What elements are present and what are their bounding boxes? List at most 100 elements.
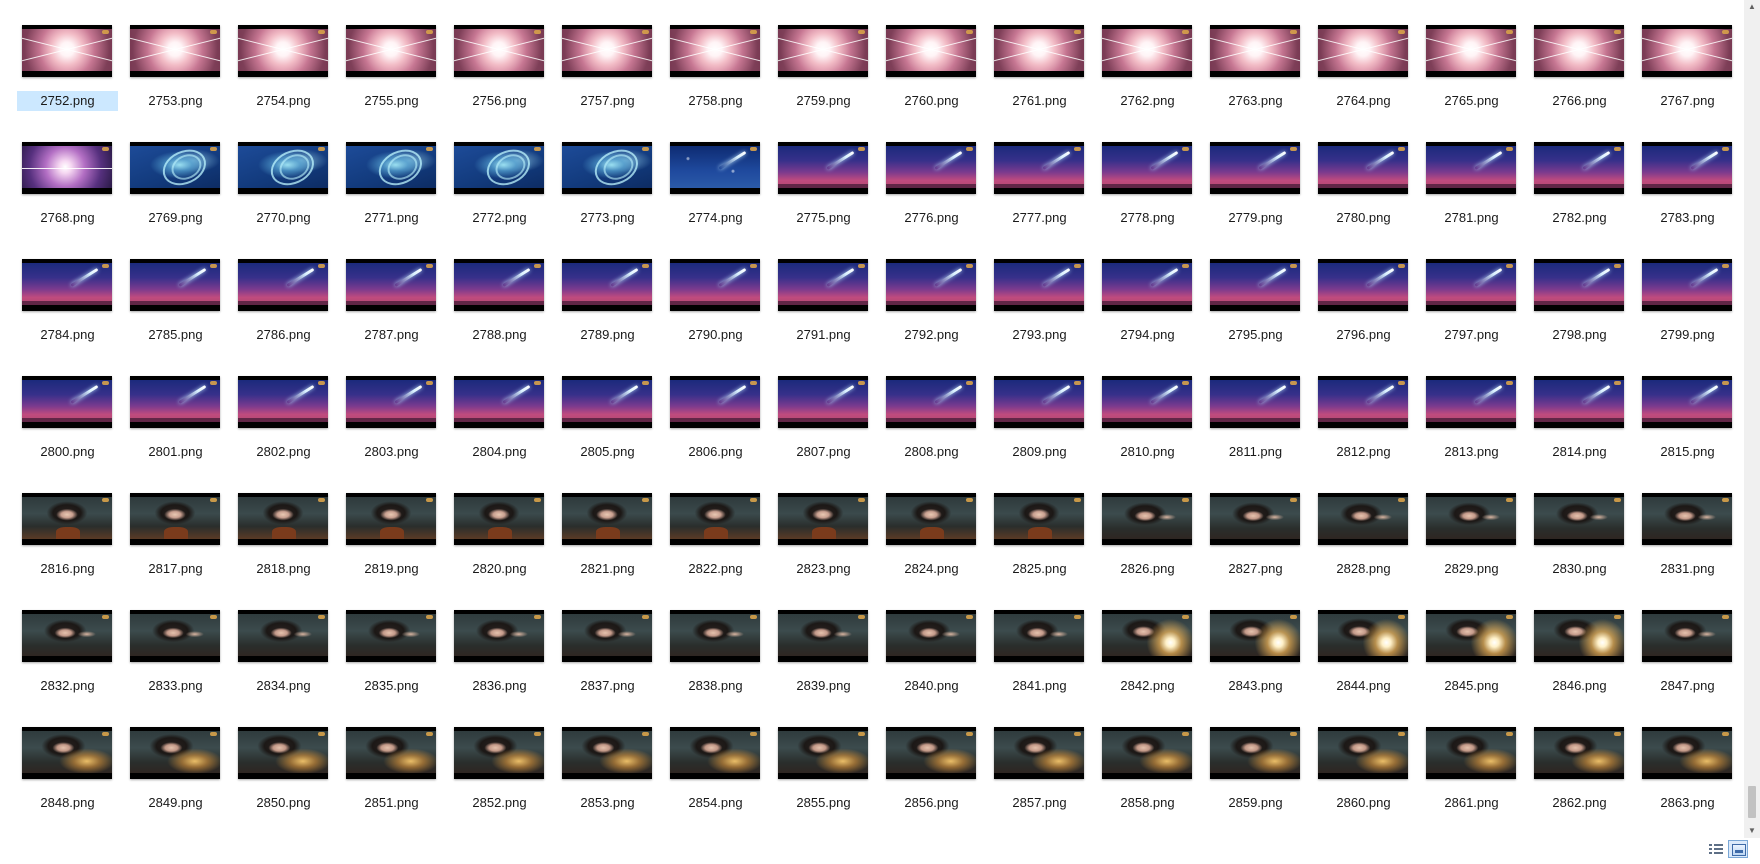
file-name-label[interactable]: 2763.png: [1205, 91, 1306, 111]
file-name-label[interactable]: 2796.png: [1313, 325, 1414, 345]
file-thumbnail[interactable]: [1534, 610, 1624, 662]
file-tile[interactable]: 2758.png: [662, 25, 762, 142]
file-tile[interactable]: 2848.png: [14, 727, 114, 844]
file-tile[interactable]: 2810.png: [1094, 376, 1194, 493]
file-name-label[interactable]: 2802.png: [233, 442, 334, 462]
file-name-label[interactable]: 2846.png: [1529, 676, 1630, 696]
file-name-label[interactable]: 2771.png: [341, 208, 442, 228]
file-name-label[interactable]: 2839.png: [773, 676, 874, 696]
file-thumbnail[interactable]: [994, 376, 1084, 428]
file-thumbnail[interactable]: [346, 259, 436, 311]
file-tile[interactable]: 2813.png: [1418, 376, 1518, 493]
file-tile[interactable]: 2752.png: [14, 25, 118, 142]
file-tile[interactable]: 2805.png: [554, 376, 654, 493]
file-tile[interactable]: 2785.png: [122, 259, 222, 376]
file-tile[interactable]: 2850.png: [230, 727, 330, 844]
file-tile[interactable]: 2821.png: [554, 493, 654, 610]
file-name-label[interactable]: 2764.png: [1313, 91, 1414, 111]
file-tile[interactable]: 2796.png: [1310, 259, 1410, 376]
file-tile[interactable]: 2831.png: [1634, 493, 1734, 610]
file-tile[interactable]: 2759.png: [770, 25, 870, 142]
file-name-label[interactable]: 2833.png: [125, 676, 226, 696]
file-thumbnail[interactable]: [886, 493, 976, 545]
file-name-label[interactable]: 2775.png: [773, 208, 874, 228]
file-tile[interactable]: 2800.png: [14, 376, 114, 493]
file-thumbnail[interactable]: [1210, 259, 1300, 311]
file-tile[interactable]: 2784.png: [14, 259, 114, 376]
file-thumbnail[interactable]: [1210, 610, 1300, 662]
file-name-label[interactable]: 2823.png: [773, 559, 874, 579]
file-name-label[interactable]: 2824.png: [881, 559, 982, 579]
file-thumbnail[interactable]: [1642, 610, 1732, 662]
file-tile[interactable]: 2837.png: [554, 610, 654, 727]
file-thumbnail[interactable]: [1426, 610, 1516, 662]
file-thumbnail[interactable]: [1534, 259, 1624, 311]
file-thumbnail[interactable]: [1102, 727, 1192, 779]
file-thumbnail[interactable]: [562, 727, 652, 779]
file-tile[interactable]: 2753.png: [122, 25, 222, 142]
file-name-label[interactable]: 2767.png: [1637, 91, 1738, 111]
file-name-label[interactable]: 2793.png: [989, 325, 1090, 345]
file-thumbnail[interactable]: [778, 727, 868, 779]
file-thumbnail[interactable]: [1210, 493, 1300, 545]
file-tile[interactable]: 2789.png: [554, 259, 654, 376]
file-tile[interactable]: 2742.png: [662, 0, 762, 25]
file-name-label[interactable]: 2800.png: [17, 442, 118, 462]
file-thumbnail[interactable]: [562, 376, 652, 428]
file-thumbnail[interactable]: [670, 376, 760, 428]
file-thumbnail[interactable]: [22, 376, 112, 428]
file-tile[interactable]: 2787.png: [338, 259, 438, 376]
file-name-label[interactable]: 2760.png: [881, 91, 982, 111]
file-name-label[interactable]: 2818.png: [233, 559, 334, 579]
file-tile[interactable]: 2841.png: [986, 610, 1086, 727]
file-tile[interactable]: 2763.png: [1202, 25, 1302, 142]
file-tile[interactable]: 2849.png: [122, 727, 222, 844]
file-name-label[interactable]: 2842.png: [1097, 676, 1198, 696]
file-tile[interactable]: 2830.png: [1526, 493, 1626, 610]
file-tile[interactable]: 2822.png: [662, 493, 762, 610]
file-thumbnail[interactable]: [1426, 142, 1516, 194]
file-tile[interactable]: 2765.png: [1418, 25, 1518, 142]
file-name-label[interactable]: 2830.png: [1529, 559, 1630, 579]
file-thumbnail[interactable]: [994, 610, 1084, 662]
file-tile[interactable]: 2749.png: [1418, 0, 1518, 25]
file-name-label[interactable]: 2758.png: [665, 91, 766, 111]
file-tile[interactable]: 2795.png: [1202, 259, 1302, 376]
file-tile[interactable]: 2861.png: [1418, 727, 1518, 844]
file-name-label[interactable]: 2809.png: [989, 442, 1090, 462]
file-tile[interactable]: 2775.png: [770, 142, 870, 259]
file-tile[interactable]: 2863.png: [1634, 727, 1734, 844]
file-tile[interactable]: 2781.png: [1418, 142, 1518, 259]
file-thumbnail[interactable]: [886, 376, 976, 428]
file-name-label[interactable]: 2806.png: [665, 442, 766, 462]
file-tile[interactable]: 2779.png: [1202, 142, 1302, 259]
file-tile[interactable]: 2790.png: [662, 259, 762, 376]
file-thumbnail[interactable]: [238, 376, 328, 428]
file-thumbnail[interactable]: [1534, 25, 1624, 77]
file-thumbnail[interactable]: [778, 25, 868, 77]
file-thumbnail[interactable]: [1102, 142, 1192, 194]
file-tile[interactable]: 2834.png: [230, 610, 330, 727]
file-name-label[interactable]: 2858.png: [1097, 793, 1198, 813]
file-tile[interactable]: 2748.png: [1310, 0, 1410, 25]
file-thumbnail[interactable]: [454, 142, 544, 194]
file-tile[interactable]: 2750.png: [1526, 0, 1626, 25]
file-name-label[interactable]: 2825.png: [989, 559, 1090, 579]
file-name-label[interactable]: 2820.png: [449, 559, 550, 579]
file-thumbnail[interactable]: [670, 610, 760, 662]
file-tile[interactable]: 2777.png: [986, 142, 1086, 259]
file-tile[interactable]: 2842.png: [1094, 610, 1194, 727]
file-name-label[interactable]: 2762.png: [1097, 91, 1198, 111]
file-thumbnail[interactable]: [1102, 259, 1192, 311]
file-tile[interactable]: 2767.png: [1634, 25, 1734, 142]
file-tile[interactable]: 2762.png: [1094, 25, 1194, 142]
file-tile[interactable]: 2736.png: [14, 0, 114, 25]
file-name-label[interactable]: 2766.png: [1529, 91, 1630, 111]
file-name-label[interactable]: 2752.png: [17, 91, 118, 111]
file-tile[interactable]: 2824.png: [878, 493, 978, 610]
scroll-up-arrow-icon[interactable]: ▲: [1744, 0, 1760, 14]
file-tile[interactable]: 2797.png: [1418, 259, 1518, 376]
file-name-label[interactable]: 2852.png: [449, 793, 550, 813]
file-thumbnail[interactable]: [778, 142, 868, 194]
file-tile[interactable]: 2826.png: [1094, 493, 1194, 610]
